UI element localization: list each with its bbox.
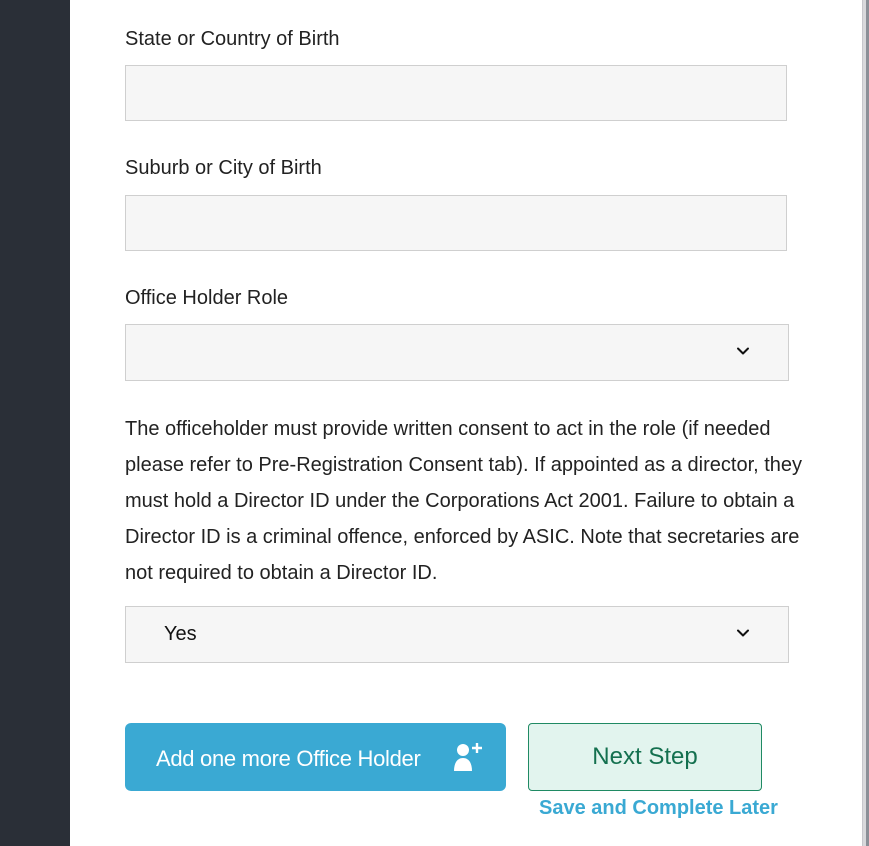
suburb-of-birth-input[interactable] — [126, 196, 786, 250]
chevron-down-icon — [737, 629, 749, 637]
state-of-birth-input[interactable] — [126, 66, 786, 120]
suburb-of-birth-field[interactable] — [125, 195, 787, 251]
save-and-complete-later-link[interactable]: Save and Complete Later — [539, 797, 778, 820]
consent-select[interactable]: Yes — [125, 606, 789, 663]
add-office-holder-button[interactable]: Add one more Office Holder — [125, 723, 506, 791]
left-sidebar-strip — [0, 0, 70, 846]
add-person-icon — [454, 743, 482, 771]
add-office-holder-label: Add one more Office Holder — [156, 746, 421, 771]
consent-notice-text: The officeholder must provide written co… — [125, 418, 803, 584]
chevron-down-icon — [737, 347, 749, 355]
consent-select-value: Yes — [164, 623, 197, 645]
state-of-birth-field[interactable] — [125, 65, 787, 121]
suburb-of-birth-label: Suburb or City of Birth — [125, 157, 322, 179]
scrollbar[interactable] — [862, 0, 869, 846]
office-holder-role-select[interactable] — [125, 324, 789, 381]
next-step-button[interactable]: Next Step — [528, 723, 762, 791]
state-of-birth-label: State or Country of Birth — [125, 28, 340, 50]
office-holder-role-label: Office Holder Role — [125, 287, 289, 309]
